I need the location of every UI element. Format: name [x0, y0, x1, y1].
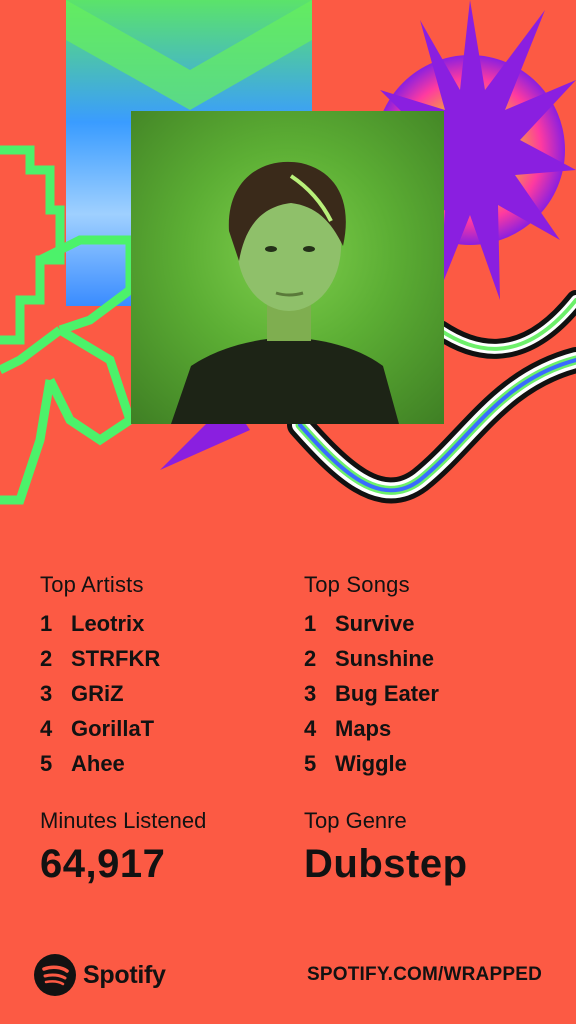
- song-name: Bug Eater: [335, 681, 439, 706]
- top-genre-label: Top Genre: [304, 808, 407, 833]
- artist-name: GorillaT: [71, 716, 155, 741]
- song-item: 1 Survive: [304, 606, 439, 641]
- artist-item: 3 GRiZ: [40, 676, 160, 711]
- artist-name: Leotrix: [71, 611, 145, 636]
- minutes-listened-value: 64,917: [40, 842, 166, 886]
- song-item: 4 Maps: [304, 711, 439, 746]
- artist-name: STRFKR: [71, 646, 161, 671]
- song-rank: 5: [304, 751, 317, 776]
- artist-rank: 4: [40, 716, 53, 741]
- song-rank: 3: [304, 681, 317, 706]
- top-artists-list: 1 Leotrix 2 STRFKR 3 GRiZ 4 GorillaT 5 Ahee: [40, 606, 160, 781]
- artist-item: 1 Leotrix: [40, 606, 160, 641]
- song-name: Maps: [335, 716, 392, 741]
- artist-name: GRiZ: [71, 681, 124, 706]
- top-genre-value: Dubstep: [304, 842, 468, 886]
- artist-rank: 3: [40, 681, 53, 706]
- artist-item: 2 STRFKR: [40, 641, 160, 676]
- song-rank: 2: [304, 646, 317, 671]
- wrapped-url-link[interactable]: SPOTIFY.COM/WRAPPED: [307, 964, 542, 986]
- artist-item: 4 GorillaT: [40, 711, 160, 746]
- artist-rank: 1: [40, 611, 53, 636]
- song-item: 5 Wiggle: [304, 746, 439, 781]
- top-songs-section: Top Songs 1 Survive 2 Sunshine 3 Bug Eater …: [304, 572, 439, 781]
- artist-rank: 5: [40, 751, 53, 776]
- song-item: 2 Sunshine: [304, 641, 439, 676]
- song-rank: 4: [304, 716, 317, 741]
- song-item: 3 Bug Eater: [304, 676, 439, 711]
- spotify-logo-icon: [34, 954, 76, 996]
- top-artists-section: Top Artists 1 Leotrix 2 STRFKR 3 GRiZ 4 Gori…: [40, 572, 160, 781]
- artist-name: Ahee: [71, 751, 125, 776]
- artist-portrait-image: [171, 161, 399, 424]
- artist-item: 5 Ahee: [40, 746, 160, 781]
- top-artists-heading: Top Artists: [40, 572, 144, 597]
- top-songs-heading: Top Songs: [304, 572, 410, 597]
- song-rank: 1: [304, 611, 317, 636]
- minutes-listened-label: Minutes Listened: [40, 808, 207, 833]
- song-name: Sunshine: [335, 646, 435, 671]
- spotify-wordmark: Spotify: [83, 960, 166, 989]
- artist-rank: 2: [40, 646, 53, 671]
- top-artist-photo: [131, 111, 444, 424]
- song-name: Wiggle: [335, 751, 407, 776]
- song-name: Survive: [335, 611, 415, 636]
- top-songs-list: 1 Survive 2 Sunshine 3 Bug Eater 4 Maps 5 Wig…: [304, 606, 439, 781]
- spotify-logo[interactable]: Spotify: [34, 954, 166, 996]
